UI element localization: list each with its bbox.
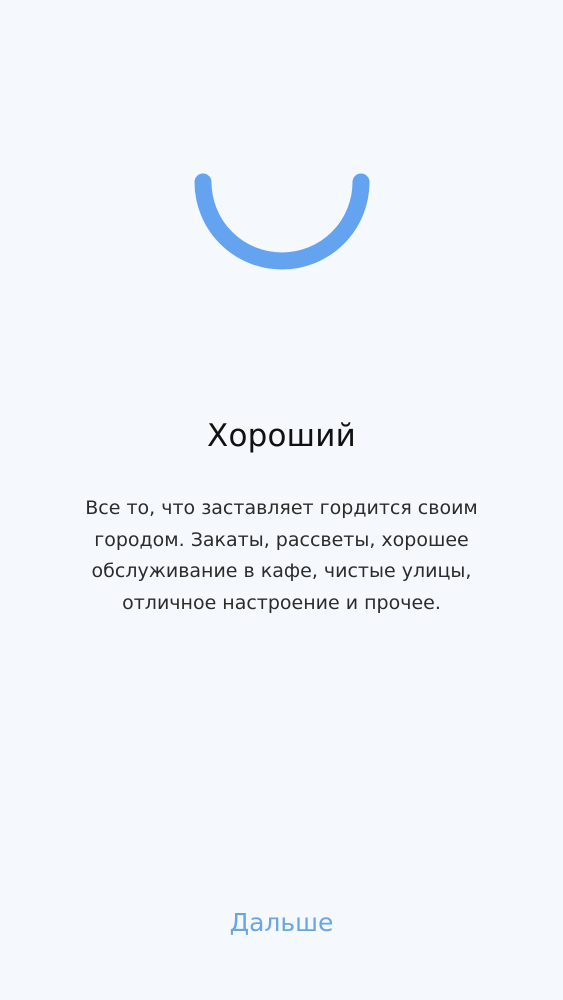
mood-screen: Хороший Все то, что заставляет гордится … (0, 0, 563, 1000)
mood-description: Все то, что заставляет гордится своим го… (85, 497, 478, 614)
smile-arc (194, 173, 370, 270)
smile-arc-icon (194, 173, 370, 270)
mood-title: Хороший (207, 418, 356, 454)
next-button[interactable]: Дальше (0, 908, 563, 937)
